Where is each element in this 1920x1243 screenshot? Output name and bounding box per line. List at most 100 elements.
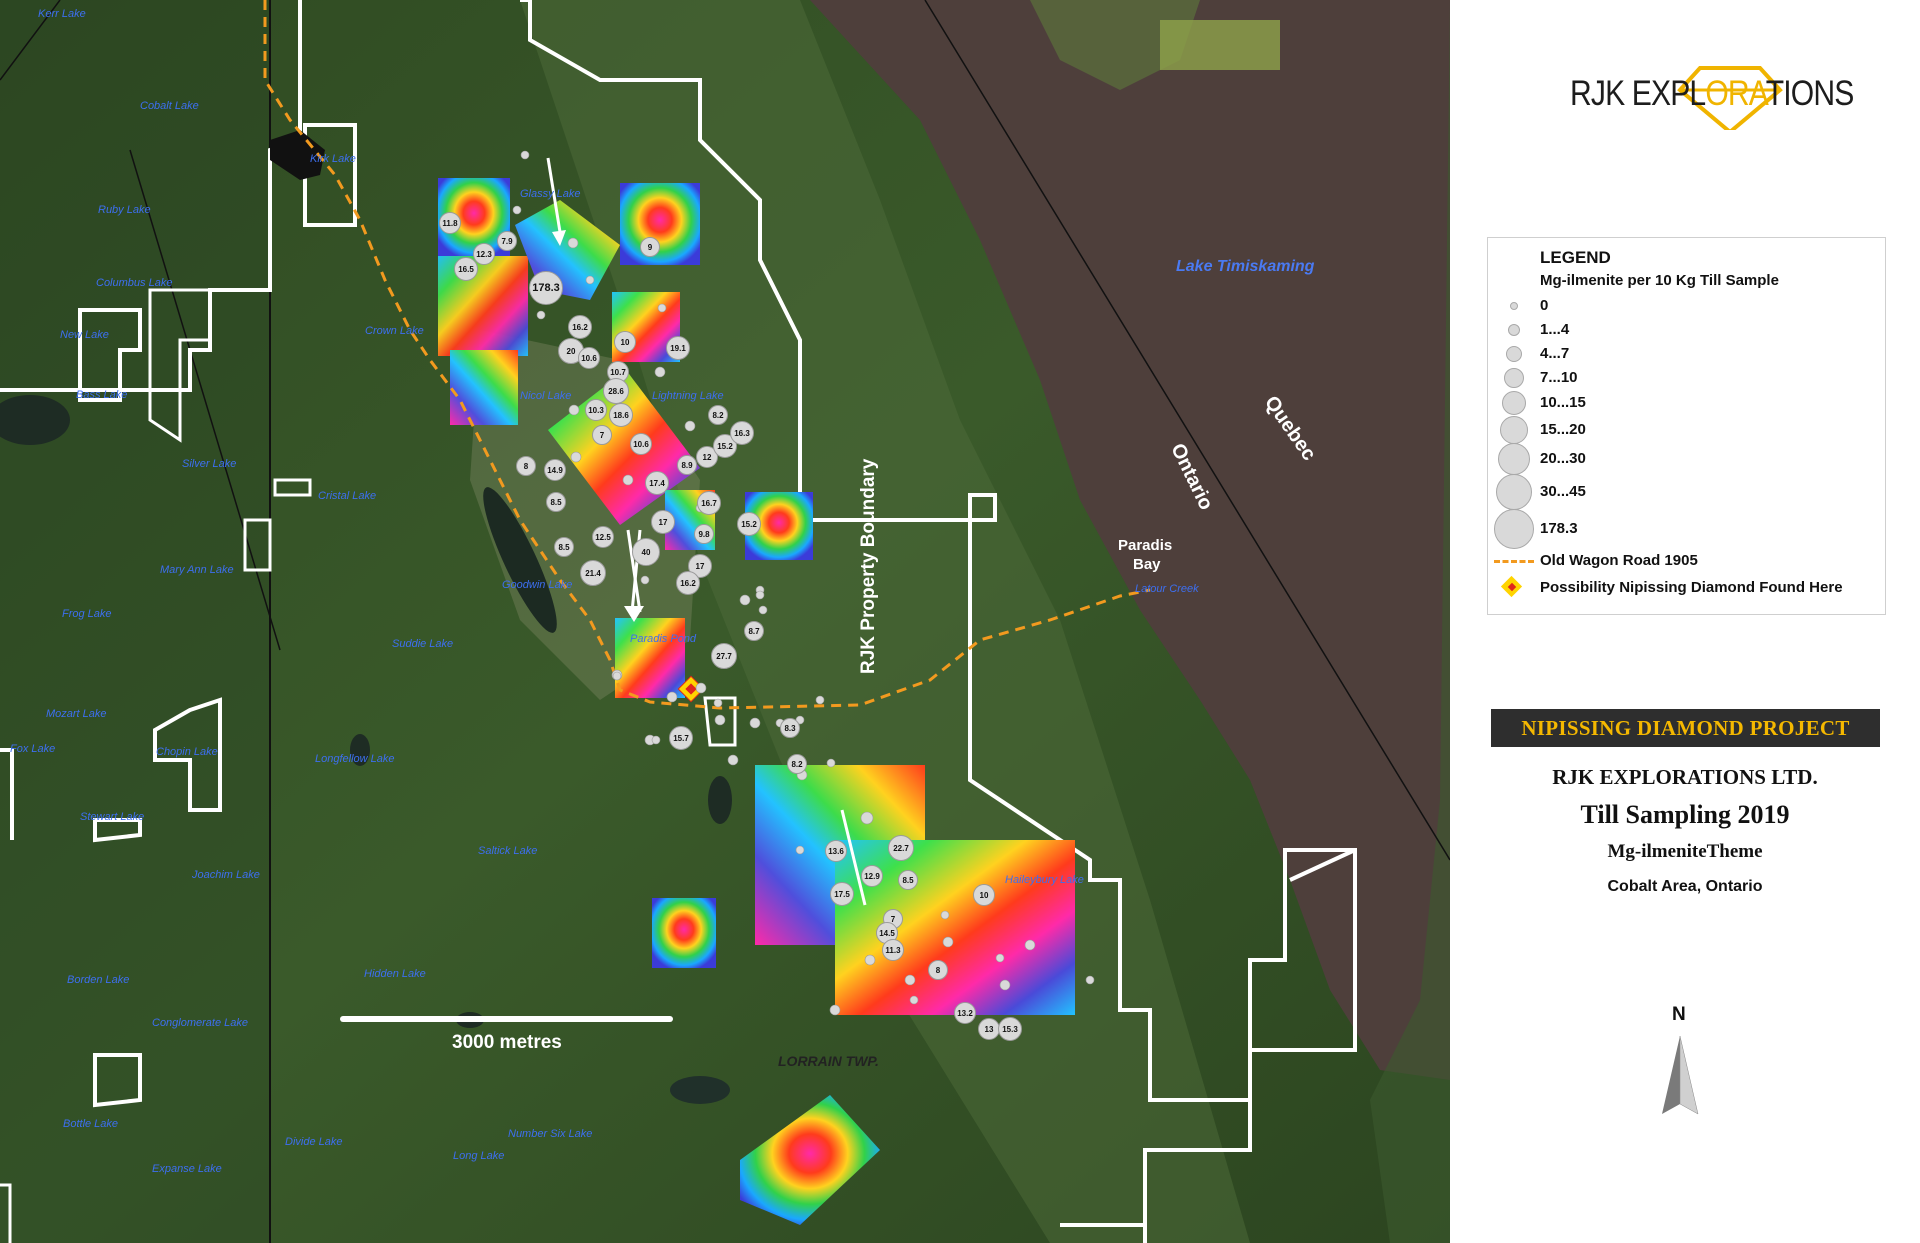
lake-label: Fox Lake — [10, 743, 56, 755]
till-sample-circle[interactable]: 12.9 — [861, 865, 883, 887]
till-sample-circle[interactable]: 10.6 — [630, 433, 652, 455]
theme-title: Mg-ilmeniteTheme — [1607, 841, 1763, 862]
lake-label: Kirk Lake — [310, 153, 356, 165]
legend-row-diamond: Possibility Nipissing Diamond Found Here — [1488, 575, 1883, 600]
till-sample-circle[interactable]: 17 — [651, 510, 675, 534]
till-sample-circle[interactable]: 16.2 — [676, 571, 700, 595]
till-sample-circle[interactable]: 7.9 — [497, 231, 517, 251]
till-sample-circle[interactable]: 10.3 — [585, 399, 607, 421]
till-sample-circle[interactable]: 19.1 — [666, 336, 690, 360]
lake-label: Number Six Lake — [508, 1128, 593, 1140]
logo-text: RJK EXPLORATIONS — [1570, 74, 1854, 113]
till-sample-circle[interactable]: 13.2 — [954, 1002, 976, 1024]
till-sample-circle[interactable]: 15.7 — [669, 726, 693, 750]
lake-label: Paradis Pond — [630, 633, 697, 645]
till-sample-circle[interactable]: 8.5 — [898, 870, 918, 890]
legend-circle-icon — [1494, 509, 1534, 549]
lake-timiskaming-label: Lake Timiskaming — [1176, 258, 1315, 275]
till-sample-circle[interactable]: 14.9 — [544, 459, 566, 481]
till-sample-circle[interactable]: 8.5 — [546, 492, 566, 512]
legend-row-6: 20...30 — [1488, 443, 1883, 475]
lake-label: Haileybury Lake — [1005, 874, 1084, 886]
lake-label: Nicol Lake — [520, 390, 572, 402]
lake-label: Suddie Lake — [392, 638, 454, 650]
legend-subtitle: Mg-ilmenite per 10 Kg Till Sample — [1540, 272, 1779, 289]
legend-circle-icon — [1506, 346, 1522, 362]
lake-label: Cristal Lake — [318, 490, 377, 502]
satellite-map[interactable]: 11.8 12.3 7.9 16.5 178.3 9 16.2 10 19.1 20 10.6 10.… — [0, 0, 1450, 1243]
lake-label: Mary Ann Lake — [160, 564, 234, 576]
till-sample-circle[interactable]: 8.3 — [780, 718, 800, 738]
township-label: LORRAIN TWP. — [778, 1053, 879, 1069]
lake-label: Mozart Lake — [46, 708, 107, 720]
lake-label: New Lake — [60, 329, 109, 341]
till-sample-circle[interactable]: 17.4 — [645, 471, 669, 495]
till-sample-circle[interactable]: 8.7 — [744, 621, 764, 641]
lake-label: Stewart Lake — [80, 811, 145, 823]
legend-circle-icon — [1510, 302, 1518, 310]
lake-label: Goodwin Lake — [502, 579, 573, 591]
till-sample-circle[interactable]: 11.8 — [439, 212, 461, 234]
lake-label: Columbus Lake — [96, 277, 173, 289]
legend-row-road: Old Wagon Road 1905 — [1488, 549, 1883, 573]
legend-row-4: 10...15 — [1488, 391, 1883, 415]
till-sample-circle[interactable]: 16.2 — [568, 315, 592, 339]
legend-circle-icon — [1508, 324, 1520, 336]
till-sample-circle[interactable]: 8.9 — [677, 455, 697, 475]
till-sample-circle[interactable]: 12.3 — [473, 243, 495, 265]
till-sample-circle[interactable]: 28.6 — [603, 378, 629, 404]
till-sample-circle[interactable]: 22.7 — [888, 835, 914, 861]
legend-box: LEGEND Mg-ilmenite per 10 Kg Till Sample… — [1487, 237, 1886, 615]
lake-label: Conglomerate Lake — [152, 1017, 249, 1029]
lake-label: Ruby Lake — [98, 204, 151, 216]
till-sample-circle[interactable]: 15.2 — [737, 512, 761, 536]
till-sample-circle[interactable]: 17.5 — [830, 882, 854, 906]
legend-row-8: 178.3 — [1488, 509, 1883, 549]
till-sample-circle[interactable]: 13 — [978, 1018, 1000, 1040]
till-sample-circle[interactable]: 8.2 — [708, 405, 728, 425]
north-label: N — [1672, 1004, 1686, 1025]
till-sample-circle[interactable]: 27.7 — [711, 643, 737, 669]
till-sample-circle[interactable]: 8 — [928, 960, 948, 980]
info-panel: RJK EXPLORATIONS LEGEND Mg-ilmenite per … — [1450, 0, 1920, 1243]
legend-row-1: 1...4 — [1488, 318, 1883, 342]
legend-row-0: 0 — [1488, 294, 1883, 318]
legend-circle-icon — [1504, 368, 1524, 388]
till-sample-circle[interactable]: 178.3 — [529, 271, 563, 305]
legend-row-3: 7...10 — [1488, 366, 1883, 390]
lake-label: Cobalt Lake — [140, 100, 199, 112]
till-sample-circle[interactable]: 18.6 — [609, 403, 633, 427]
lake-label: Crown Lake — [365, 325, 424, 337]
till-sample-circle[interactable]: 16.3 — [730, 421, 754, 445]
lake-label: Glassy Lake — [520, 188, 581, 200]
till-sample-circle[interactable]: 7 — [592, 425, 612, 445]
lake-label: Lightning Lake — [652, 390, 724, 402]
till-sample-circle[interactable]: 10 — [973, 884, 995, 906]
north-arrow-icon — [1662, 1035, 1699, 1115]
till-sample-circle[interactable]: 16.7 — [697, 491, 721, 515]
lake-label: Latour Creek — [1135, 583, 1199, 595]
till-sample-circle[interactable]: 12.5 — [592, 526, 614, 548]
map-canvas — [0, 0, 1450, 1243]
till-sample-circle[interactable]: 8 — [516, 456, 536, 476]
paradis-bay-label-2: Bay — [1133, 556, 1161, 573]
till-sample-circle[interactable]: 40 — [632, 538, 660, 566]
lake-label: Bottle Lake — [63, 1118, 119, 1130]
till-sample-circle[interactable]: 11.3 — [882, 939, 904, 961]
till-sample-circle[interactable]: 10.6 — [578, 347, 600, 369]
till-sample-circle[interactable]: 8.2 — [787, 754, 807, 774]
legend-title: LEGEND — [1540, 248, 1611, 267]
till-sample-circle[interactable]: 9 — [640, 237, 660, 257]
till-sample-circle[interactable]: 15.3 — [998, 1017, 1022, 1041]
till-sample-circle[interactable]: 21.4 — [580, 560, 606, 586]
till-sample-circle[interactable]: 8.5 — [554, 537, 574, 557]
till-sample-circle[interactable]: 16.5 — [454, 257, 478, 281]
till-sample-circle[interactable]: 10 — [614, 331, 636, 353]
till-sample-circle[interactable]: 13.6 — [825, 840, 847, 862]
till-sample-circle[interactable]: 9.8 — [694, 524, 714, 544]
lake-label: Kerr Lake — [38, 8, 86, 20]
legend-row-2: 4...7 — [1488, 342, 1883, 366]
legend-circle-icon — [1496, 474, 1532, 510]
company-name: RJK EXPLORATIONS LTD. — [1552, 765, 1818, 789]
scale-bar-label: 3000 metres — [452, 1032, 562, 1053]
